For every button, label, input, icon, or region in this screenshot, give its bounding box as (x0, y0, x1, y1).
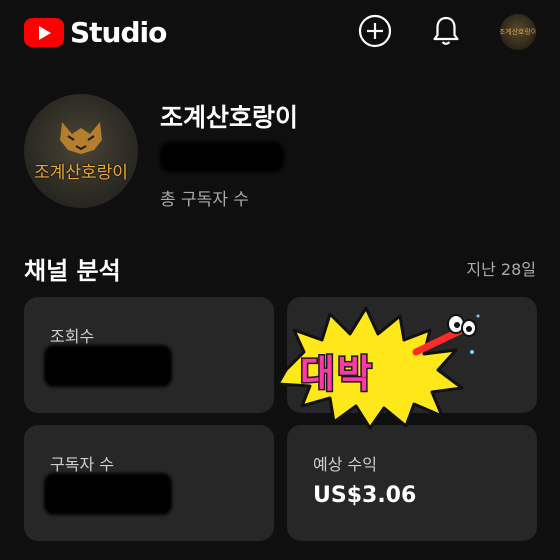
revenue-label: 예상 수익 (313, 455, 377, 474)
redacted-views-value (44, 345, 172, 387)
redacted-subscribers-value (44, 473, 172, 515)
notifications-button[interactable] (429, 14, 463, 48)
subscribers-label: 총 구독자 수 (160, 190, 250, 210)
views-label: 조회수 (50, 327, 95, 346)
channel-avatar-text: 조계산호랑이 (34, 163, 128, 183)
logo-text: Studio (70, 16, 167, 49)
analytics-title: 채널 분석 (24, 257, 121, 285)
studio-logo[interactable]: Studio (24, 16, 167, 49)
burst-sticker (276, 306, 480, 430)
views-card[interactable]: 조회수 (24, 297, 274, 413)
plus-circle-icon (358, 14, 392, 48)
revenue-value: US$3.06 (313, 483, 417, 508)
sticker-text: 대박 (299, 351, 374, 398)
channel-avatar[interactable]: 조계산호랑이 (24, 94, 138, 208)
youtube-play-icon (24, 18, 64, 47)
create-button[interactable] (358, 14, 392, 48)
tiger-icon (60, 122, 102, 154)
subscribers-card[interactable]: 구독자 수 (24, 425, 274, 541)
analytics-period[interactable]: 지난 28일 (466, 256, 536, 280)
channel-name: 조계산호랑이 (160, 103, 299, 132)
bell-icon (433, 16, 459, 45)
redacted-subscriber-count (160, 142, 284, 172)
top-app-bar: Studio 조계산호랑이 (0, 0, 560, 64)
subscribers-card-label: 구독자 수 (50, 455, 114, 474)
revenue-card[interactable]: 예상 수익 US$3.06 (287, 425, 537, 541)
account-avatar[interactable]: 조계산호랑이 (500, 14, 536, 50)
account-avatar-text: 조계산호랑이 (500, 28, 536, 36)
